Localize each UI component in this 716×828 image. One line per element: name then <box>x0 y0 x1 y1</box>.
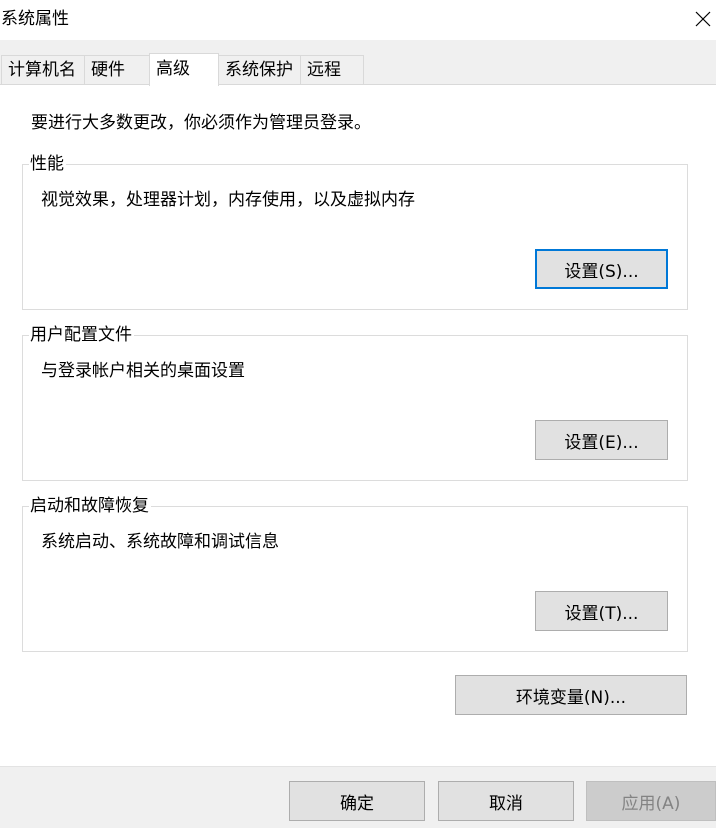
startup-recovery-description: 系统启动、系统故障和调试信息 <box>41 532 279 552</box>
user-profiles-description: 与登录帐户相关的桌面设置 <box>41 361 245 381</box>
apply-button: 应用(A) <box>586 781 716 821</box>
cancel-button[interactable]: 取消 <box>438 781 574 821</box>
ok-button[interactable]: 确定 <box>289 781 425 821</box>
startup-recovery-group-title: 启动和故障恢复 <box>29 495 151 517</box>
tab-hardware[interactable]: 硬件 <box>84 55 150 84</box>
performance-description: 视觉效果，处理器计划，内存使用，以及虚拟内存 <box>41 190 415 210</box>
user-profiles-group-title: 用户配置文件 <box>29 324 134 346</box>
window-title: 系统属性 <box>1 9 69 29</box>
performance-settings-button[interactable]: 设置(S)... <box>535 249 668 289</box>
user-profiles-settings-button[interactable]: 设置(E)... <box>535 420 668 460</box>
admin-note: 要进行大多数更改，你必须作为管理员登录。 <box>31 113 371 133</box>
tab-system-protection[interactable]: 系统保护 <box>218 55 301 84</box>
performance-group-title: 性能 <box>29 153 66 175</box>
tab-advanced[interactable]: 高级 <box>149 53 219 86</box>
title-bar <box>0 0 716 40</box>
environment-variables-button[interactable]: 环境变量(N)... <box>455 675 687 715</box>
close-button[interactable] <box>690 6 716 32</box>
tab-remote[interactable]: 远程 <box>300 55 364 84</box>
startup-recovery-settings-button[interactable]: 设置(T)... <box>535 591 668 631</box>
close-icon <box>695 11 711 27</box>
tab-computer-name[interactable]: 计算机名 <box>1 55 85 84</box>
